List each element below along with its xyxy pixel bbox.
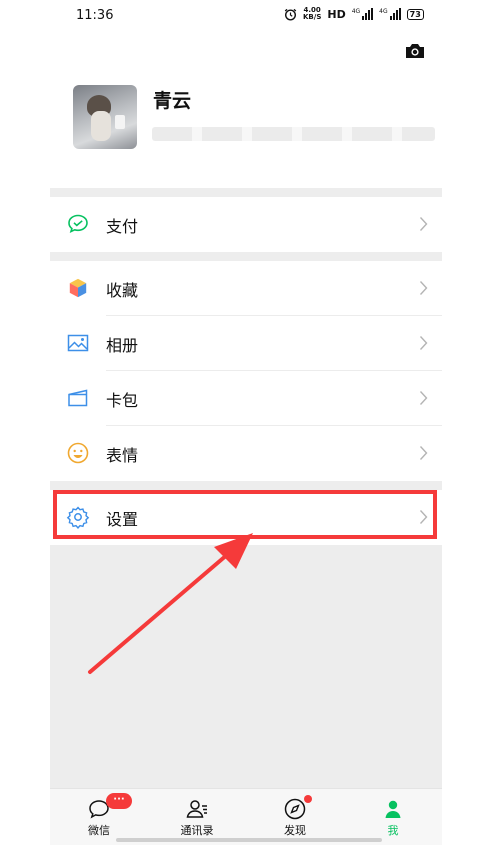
menu-item-album[interactable]: 相册 [50,316,442,371]
tab-label: 微信 [88,824,110,837]
chevron-right-icon [419,217,428,231]
network-type-2: 4G [379,8,388,15]
highlight-box [53,490,437,539]
hd-indicator: HD [327,7,346,21]
menu-item-label: 表情 [106,446,139,465]
camera-icon[interactable] [404,42,426,60]
smile-icon [67,442,89,464]
tab-contacts[interactable]: 通讯录 [148,789,246,845]
new-indicator-dot [304,795,312,803]
profile-name[interactable]: 青云 [153,86,191,113]
section-divider [50,252,442,261]
cube-icon [69,278,87,298]
empty-area [50,545,442,788]
menu-item-favorites[interactable]: 收藏 [50,261,442,316]
network-type-1: 4G [351,8,361,15]
tab-label: 我 [387,824,399,837]
tab-label: 发现 [284,824,306,837]
card-icon [68,389,88,407]
home-indicator [116,838,382,842]
menu-item-cards[interactable]: 卡包 [50,371,442,426]
tab-discover[interactable]: 发现 [246,789,344,845]
section-divider [50,188,442,197]
tab-me[interactable]: 我 [344,789,442,845]
signal-icon-2: 4G [379,8,401,20]
photo-icon [67,334,89,352]
chevron-right-icon [419,336,428,350]
signal-icon: 4G [351,8,374,20]
bottom-tab-bar: ··· 微信 通讯录 发现 我 [50,788,442,845]
chevron-right-icon [419,446,428,460]
tab-chats[interactable]: ··· 微信 [50,789,148,845]
chevron-right-icon [419,391,428,405]
alarm-icon [284,8,297,21]
unread-badge: ··· [106,793,132,809]
status-bar: 11:36 4.00 KB/S HD 4G 4G 73 [0,0,495,32]
section-divider [50,480,442,490]
status-icons: 4.00 KB/S HD 4G 4G 73 [284,7,424,21]
menu-item-label: 相册 [106,336,139,355]
menu-item-pay[interactable]: 支付 [50,197,442,252]
blurred-wechat-id [152,127,435,141]
wechat-pay-icon [68,214,88,233]
status-time: 11:36 [76,8,114,23]
menu-item-label: 卡包 [106,391,139,410]
tab-label: 通讯录 [180,824,214,837]
chevron-right-icon [419,281,428,295]
avatar[interactable] [73,85,137,149]
menu-item-label: 支付 [106,217,139,236]
menu-item-label: 收藏 [106,281,139,300]
contacts-icon [186,800,207,818]
menu-item-stickers[interactable]: 表情 [50,426,442,481]
network-speed: 4.00 KB/S [303,7,321,21]
battery-indicator: 73 [406,8,424,20]
speed-unit: KB/S [303,13,322,21]
person-icon [385,800,401,818]
